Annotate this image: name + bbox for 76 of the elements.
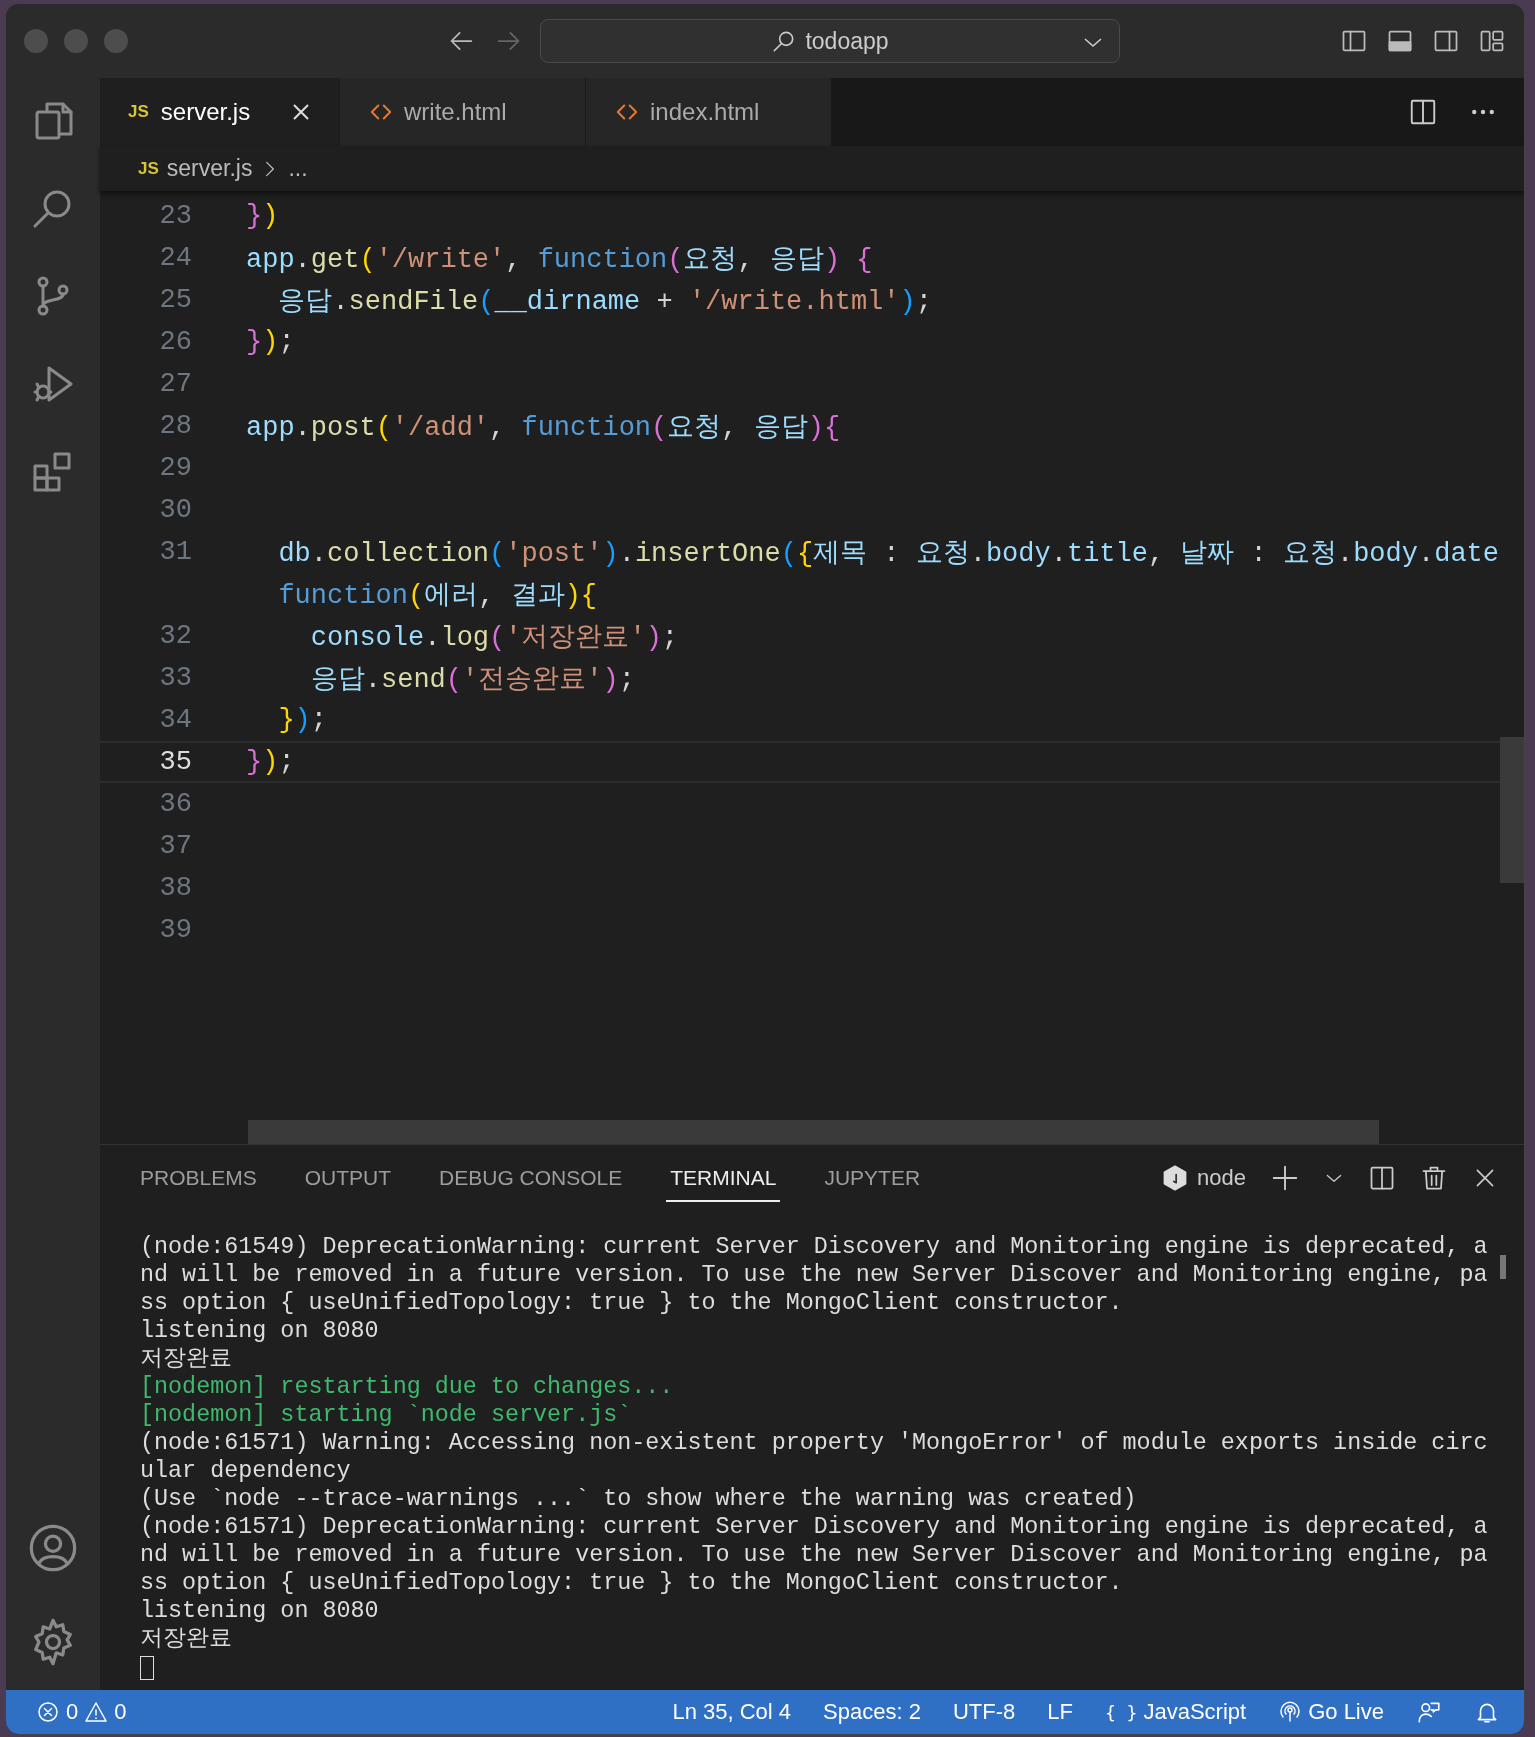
- terminal-line: (node:61571) Warning: Accessing non-existent property 'MongoError' of module exports inside circ: [140, 1429, 1489, 1457]
- terminal-line: (node:61571) DeprecationWarning: current Server Discovery and Monitoring engine is deprecated, a: [140, 1513, 1489, 1541]
- line-number: 39: [158, 915, 192, 945]
- editor-tab[interactable]: index.html: [586, 78, 832, 146]
- line-number: 23: [158, 201, 192, 231]
- plus-icon[interactable]: [1270, 1163, 1300, 1193]
- terminal-selector[interactable]: node: [1161, 1164, 1246, 1192]
- terminal-line: ular dependency: [140, 1457, 352, 1485]
- terminal-line: 저장완료: [140, 1345, 233, 1373]
- line-number: 37: [158, 831, 192, 861]
- broadcast-icon: [1278, 1700, 1303, 1724]
- terminal-line: nd will be removed in a future version. To use the new Server Discover and Monitoring engine, pa: [140, 1261, 1489, 1289]
- code-line: 응답.send('전송완료');: [309, 664, 635, 696]
- trash-icon[interactable]: [1420, 1164, 1448, 1192]
- breadcrumb-item[interactable]: server.js: [166, 155, 253, 182]
- code-line: 응답.sendFile(__dirname + '/write.html');: [277, 286, 932, 318]
- warning-icon: [84, 1700, 109, 1724]
- split-editor-icon[interactable]: [1408, 97, 1438, 127]
- problems-indicator[interactable]: 0 0: [36, 1699, 127, 1725]
- status-item[interactable]: Ln 35, Col 4: [672, 1699, 792, 1725]
- status-item[interactable]: LF: [1047, 1699, 1073, 1725]
- scrollbar-thumb[interactable]: [248, 1120, 1379, 1144]
- code-line: }): [246, 201, 279, 231]
- line-number: 31: [158, 537, 192, 567]
- code-line: app.post('/add', function(요청, 응답){: [246, 412, 841, 444]
- account-icon[interactable]: [27, 1522, 79, 1574]
- terminal-line: ss option { useUnifiedTopology: true } to the MongoClient constructor.: [140, 1569, 1124, 1597]
- split-terminal-icon[interactable]: [1368, 1164, 1396, 1192]
- scrollbar-thumb[interactable]: [1500, 737, 1524, 883]
- code-line: console.log('저장완료');: [309, 622, 679, 654]
- panel-tab[interactable]: DEBUG CONSOLE: [439, 1154, 623, 1202]
- editor-tab[interactable]: write.html: [340, 78, 586, 146]
- code-line: });: [246, 327, 295, 357]
- line-number: 26: [158, 327, 192, 357]
- terminal-line: (Use `node --trace-warnings ...` to show where the warning was created): [140, 1485, 1138, 1513]
- editor-tab[interactable]: JS server.js: [100, 78, 340, 146]
- code-line: db.collection('post').insertOne({제목 : 요청.body.title, 날짜 : 요청.body.date: [277, 538, 1499, 570]
- terminal-line: nd will be removed in a future version. To use the new Server Discover and Monitoring engine, pa: [140, 1541, 1489, 1569]
- line-number: 27: [158, 369, 192, 399]
- code-line: function(에러, 결과){: [277, 580, 598, 612]
- line-number: 38: [158, 873, 192, 903]
- terminal-line: listening on 8080: [140, 1317, 380, 1345]
- scrollbar-thumb[interactable]: [1500, 1255, 1506, 1279]
- error-icon: [36, 1700, 60, 1724]
- status-item[interactable]: Spaces: 2: [823, 1699, 921, 1725]
- js-file-icon: JS: [138, 158, 159, 179]
- terminal-line: [nodemon] restarting due to changes...: [140, 1373, 675, 1401]
- line-number: 32: [158, 621, 192, 651]
- terminal-line: ss option { useUnifiedTopology: true } to the MongoClient constructor.: [140, 1289, 1124, 1317]
- go-live-button[interactable]: Go Live: [1278, 1699, 1384, 1725]
- terminal-cursor: [140, 1656, 154, 1680]
- terminal-line: listening on 8080: [140, 1597, 380, 1625]
- js-file-icon: JS: [128, 102, 149, 122]
- language-mode[interactable]: { } JavaScript: [1104, 1699, 1247, 1725]
- panel-tab[interactable]: OUTPUT: [304, 1154, 392, 1202]
- terminal-line: (node:61549) DeprecationWarning: current Server Discovery and Monitoring engine is deprecated, a: [140, 1233, 1489, 1261]
- terminal-line: 저장완료: [140, 1625, 233, 1653]
- line-number: 34: [158, 705, 192, 735]
- line-number: 24: [158, 243, 192, 273]
- code-line: });: [246, 747, 295, 777]
- panel-tab[interactable]: TERMINAL: [666, 1154, 781, 1202]
- line-number: 25: [158, 285, 192, 315]
- line-number: 28: [158, 411, 192, 441]
- line-number: 30: [158, 495, 192, 525]
- terminal-line: [nodemon] starting `node server.js`: [140, 1401, 633, 1429]
- line-number: 36: [158, 789, 192, 819]
- line-number: 29: [158, 453, 192, 483]
- code-line: });: [277, 705, 327, 735]
- line-number: 33: [158, 663, 192, 693]
- line-number: 35: [158, 747, 192, 777]
- panel-tab[interactable]: JUPYTER: [824, 1154, 921, 1202]
- panel-tab[interactable]: PROBLEMS: [140, 1154, 257, 1202]
- command-center-search[interactable]: todoapp: [540, 19, 1120, 63]
- code-line: app.get('/write', function(요청, 응답) {: [246, 244, 873, 276]
- status-item[interactable]: UTF-8: [952, 1699, 1016, 1725]
- breadcrumb-item[interactable]: ...: [288, 155, 308, 182]
